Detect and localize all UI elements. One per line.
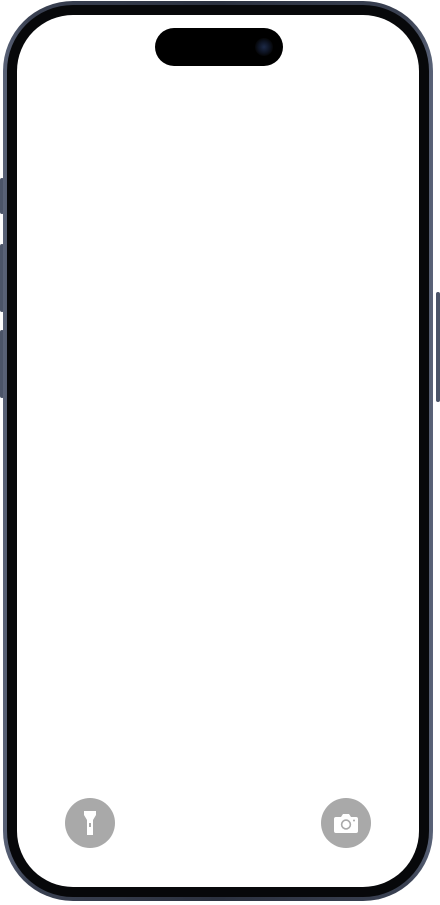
phone-mockup xyxy=(0,0,440,905)
front-camera-lens xyxy=(255,38,273,56)
phone-bezel xyxy=(7,5,429,897)
phone-frame xyxy=(3,1,433,901)
side-power-button[interactable] xyxy=(436,292,440,402)
lock-screen xyxy=(17,15,419,887)
flashlight-button[interactable] xyxy=(65,798,115,848)
flashlight-icon xyxy=(80,809,100,837)
dynamic-island xyxy=(155,28,283,66)
camera-button[interactable] xyxy=(321,798,371,848)
camera-icon xyxy=(333,812,359,834)
